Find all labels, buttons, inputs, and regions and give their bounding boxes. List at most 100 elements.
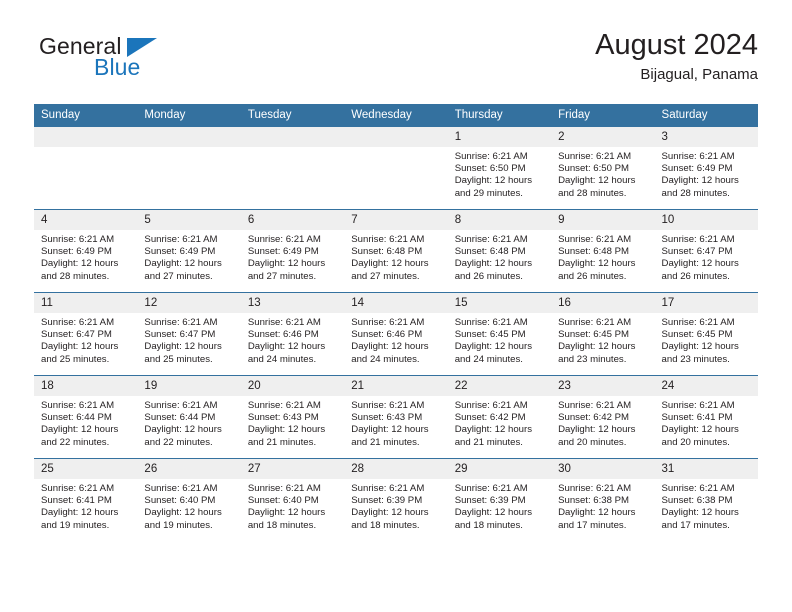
sunrise-text: Sunrise: 6:21 AM: [558, 151, 632, 162]
day-details: Sunrise: 6:21 AM Sunset: 6:49 PM Daylight:…: [137, 230, 240, 283]
calendar-day-cell[interactable]: 3 Sunrise: 6:21 AM Sunset: 6:49 PM Daylight…: [654, 126, 758, 210]
day-number: [34, 127, 138, 147]
sunrise-text: Sunrise: 6:21 AM: [661, 400, 735, 411]
sunset-text: Sunset: 6:42 PM: [558, 412, 630, 424]
sunset-text: Sunset: 6:45 PM: [454, 329, 526, 341]
sunrise-text: Sunrise: 6:21 AM: [351, 234, 425, 245]
sunset-text: Sunset: 6:48 PM: [558, 246, 630, 258]
calendar-day-cell[interactable]: 26 Sunrise: 6:21 AM Sunset: 6:40 PM Dayligh…: [137, 458, 241, 541]
calendar-day-cell[interactable]: 12 Sunrise: 6:21 AM Sunset: 6:47 PM Dayligh…: [137, 292, 241, 376]
calendar-cell-empty: [344, 126, 448, 210]
day-number: 21: [344, 376, 448, 396]
calendar-day-cell[interactable]: 30 Sunrise: 6:21 AM Sunset: 6:38 PM Dayligh…: [551, 458, 655, 541]
calendar-day-cell[interactable]: 24 Sunrise: 6:21 AM Sunset: 6:41 PM Dayligh…: [654, 375, 758, 459]
calendar-day-cell[interactable]: 6 Sunrise: 6:21 AM Sunset: 6:49 PM Daylight…: [240, 209, 345, 293]
calendar-day-cell[interactable]: 14 Sunrise: 6:21 AM Sunset: 6:46 PM Dayligh…: [344, 292, 448, 376]
sunrise-text: Sunrise: 6:21 AM: [247, 400, 321, 411]
sunrise-text: Sunrise: 6:21 AM: [144, 483, 218, 494]
day-number: 7: [344, 210, 448, 230]
sunset-text: Sunset: 6:46 PM: [351, 329, 423, 341]
calendar-day-cell[interactable]: 16 Sunrise: 6:21 AM Sunset: 6:45 PM Dayligh…: [551, 292, 655, 376]
weekday-header-monday: Monday: [137, 104, 241, 127]
calendar-day-cell[interactable]: 15 Sunrise: 6:21 AM Sunset: 6:45 PM Dayligh…: [447, 292, 552, 376]
calendar-day-cell[interactable]: 17 Sunrise: 6:21 AM Sunset: 6:45 PM Dayligh…: [654, 292, 758, 376]
calendar-day-cell[interactable]: 9 Sunrise: 6:21 AM Sunset: 6:48 PM Daylight…: [551, 209, 655, 293]
calendar-day-cell[interactable]: 23 Sunrise: 6:21 AM Sunset: 6:42 PM Dayligh…: [551, 375, 655, 459]
sunrise-text: Sunrise: 6:21 AM: [247, 317, 321, 328]
day-number: 26: [137, 459, 241, 479]
day-number: 24: [654, 376, 758, 396]
sunrise-text: Sunrise: 6:21 AM: [247, 234, 321, 245]
calendar-cell-empty: [137, 126, 241, 210]
calendar-day-cell[interactable]: 13 Sunrise: 6:21 AM Sunset: 6:46 PM Dayligh…: [240, 292, 345, 376]
sunrise-text: Sunrise: 6:21 AM: [661, 234, 735, 245]
calendar-day-cell[interactable]: 11 Sunrise: 6:21 AM Sunset: 6:47 PM Dayligh…: [34, 292, 138, 376]
calendar-day-cell[interactable]: 5 Sunrise: 6:21 AM Sunset: 6:49 PM Daylight…: [137, 209, 241, 293]
day-details: Sunrise: 6:21 AM Sunset: 6:49 PM Daylight:…: [34, 230, 137, 283]
day-details: Sunrise: 6:21 AM Sunset: 6:45 PM Daylight:…: [551, 313, 654, 366]
day-details: Sunrise: 6:21 AM Sunset: 6:43 PM Daylight:…: [344, 396, 447, 449]
calendar-day-cell[interactable]: 7 Sunrise: 6:21 AM Sunset: 6:48 PM Daylight…: [344, 209, 448, 293]
day-number: 25: [34, 459, 138, 479]
day-details: Sunrise: 6:21 AM Sunset: 6:40 PM Daylight:…: [137, 479, 240, 532]
sunset-text: Sunset: 6:49 PM: [661, 163, 733, 175]
daylight-text: Daylight: 12 hours and 23 minutes.: [558, 341, 636, 365]
daylight-text: Daylight: 12 hours and 18 minutes.: [247, 507, 326, 531]
calendar-day-cell[interactable]: 18 Sunrise: 6:21 AM Sunset: 6:44 PM Dayligh…: [34, 375, 138, 459]
sunrise-text: Sunrise: 6:21 AM: [144, 317, 218, 328]
daylight-text: Daylight: 12 hours and 24 minutes.: [247, 341, 326, 365]
calendar-day-cell[interactable]: 21 Sunrise: 6:21 AM Sunset: 6:43 PM Dayligh…: [344, 375, 448, 459]
calendar-day-cell[interactable]: 28 Sunrise: 6:21 AM Sunset: 6:39 PM Dayligh…: [344, 458, 448, 541]
sunset-text: Sunset: 6:38 PM: [661, 495, 733, 507]
sunrise-text: Sunrise: 6:21 AM: [144, 234, 218, 245]
sunrise-text: Sunrise: 6:21 AM: [558, 234, 632, 245]
day-number: 20: [240, 376, 345, 396]
sunrise-text: Sunrise: 6:21 AM: [454, 400, 528, 411]
calendar-day-cell[interactable]: 20 Sunrise: 6:21 AM Sunset: 6:43 PM Dayligh…: [240, 375, 345, 459]
day-number: [240, 127, 345, 147]
day-number: 31: [654, 459, 758, 479]
calendar-day-cell[interactable]: 22 Sunrise: 6:21 AM Sunset: 6:42 PM Dayligh…: [447, 375, 552, 459]
calendar-day-cell[interactable]: 4 Sunrise: 6:21 AM Sunset: 6:49 PM Daylight…: [34, 209, 138, 293]
day-number: 5: [137, 210, 241, 230]
day-number: 2: [551, 127, 655, 147]
sunset-text: Sunset: 6:43 PM: [247, 412, 319, 424]
calendar-day-cell[interactable]: 29 Sunrise: 6:21 AM Sunset: 6:39 PM Dayligh…: [447, 458, 552, 541]
calendar-day-cell[interactable]: 1 Sunrise: 6:21 AM Sunset: 6:50 PM Daylight…: [447, 126, 552, 210]
sunrise-text: Sunrise: 6:21 AM: [454, 151, 528, 162]
day-number: 23: [551, 376, 655, 396]
daylight-text: Daylight: 12 hours and 21 minutes.: [454, 424, 533, 448]
calendar-day-cell[interactable]: 31 Sunrise: 6:21 AM Sunset: 6:38 PM Dayligh…: [654, 458, 758, 541]
day-number: 14: [344, 293, 448, 313]
daylight-text: Daylight: 12 hours and 19 minutes.: [144, 507, 222, 531]
day-details: Sunrise: 6:21 AM Sunset: 6:41 PM Daylight:…: [34, 479, 137, 532]
calendar-body: 1 Sunrise: 6:21 AM Sunset: 6:50 PM Daylight…: [34, 126, 758, 541]
daylight-text: Daylight: 12 hours and 20 minutes.: [661, 424, 739, 448]
sunrise-text: Sunrise: 6:21 AM: [558, 483, 632, 494]
calendar-cell-empty: [34, 126, 138, 210]
sunset-text: Sunset: 6:49 PM: [144, 246, 216, 258]
sunset-text: Sunset: 6:40 PM: [247, 495, 319, 507]
daylight-text: Daylight: 12 hours and 17 minutes.: [558, 507, 636, 531]
sunrise-text: Sunrise: 6:21 AM: [661, 483, 735, 494]
day-number: 1: [447, 127, 552, 147]
day-number: 3: [654, 127, 758, 147]
sunset-text: Sunset: 6:41 PM: [41, 495, 112, 507]
day-number: 29: [447, 459, 552, 479]
sunrise-text: Sunrise: 6:21 AM: [558, 400, 632, 411]
calendar-day-cell[interactable]: 2 Sunrise: 6:21 AM Sunset: 6:50 PM Daylight…: [551, 126, 655, 210]
day-number: 27: [240, 459, 345, 479]
calendar-day-cell[interactable]: 8 Sunrise: 6:21 AM Sunset: 6:48 PM Daylight…: [447, 209, 552, 293]
sunset-text: Sunset: 6:44 PM: [144, 412, 216, 424]
sunset-text: Sunset: 6:39 PM: [454, 495, 526, 507]
sunrise-text: Sunrise: 6:21 AM: [41, 483, 115, 494]
calendar-table: Sunday Monday Tuesday Wednesday Thursday Frid…: [34, 104, 758, 541]
calendar-day-cell[interactable]: 10 Sunrise: 6:21 AM Sunset: 6:47 PM Dayligh…: [654, 209, 758, 293]
calendar-day-cell[interactable]: 25 Sunrise: 6:21 AM Sunset: 6:41 PM Dayligh…: [34, 458, 138, 541]
day-number: [344, 127, 448, 147]
calendar-day-cell[interactable]: 27 Sunrise: 6:21 AM Sunset: 6:40 PM Dayligh…: [240, 458, 345, 541]
calendar-day-cell[interactable]: 19 Sunrise: 6:21 AM Sunset: 6:44 PM Dayligh…: [137, 375, 241, 459]
day-number: 17: [654, 293, 758, 313]
weekday-header-wednesday: Wednesday: [344, 104, 448, 127]
day-details: Sunrise: 6:21 AM Sunset: 6:42 PM Daylight:…: [551, 396, 654, 449]
